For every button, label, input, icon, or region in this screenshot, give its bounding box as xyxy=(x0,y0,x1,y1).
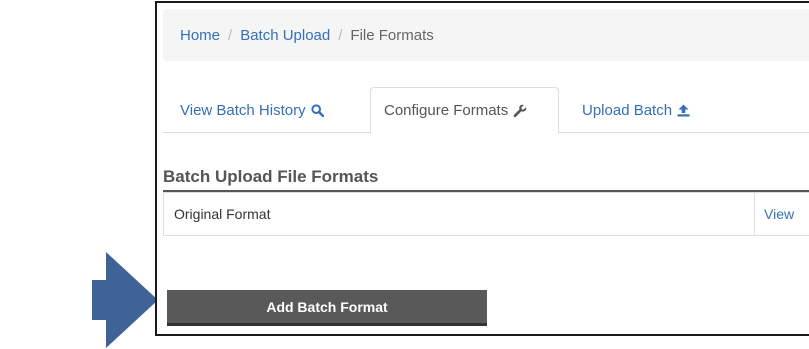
breadcrumb-batch-upload[interactable]: Batch Upload xyxy=(240,27,330,44)
tab-upload-batch[interactable]: Upload Batch xyxy=(582,87,690,133)
tab-label: View Batch History xyxy=(180,101,306,119)
add-batch-format-button[interactable]: Add Batch Format xyxy=(167,290,487,326)
breadcrumb: Home / Batch Upload / File Formats xyxy=(163,9,809,61)
breadcrumb-file-formats: File Formats xyxy=(350,26,434,44)
search-icon xyxy=(311,103,324,117)
format-name: Original Format xyxy=(174,206,271,222)
tab-label: Configure Formats xyxy=(384,102,509,119)
wrench-icon xyxy=(513,104,527,118)
format-table: Original Format View xyxy=(163,192,809,236)
tab-label: Upload Batch xyxy=(582,101,673,119)
tab-configure-formats[interactable]: Configure Formats xyxy=(370,87,559,134)
section-title: Batch Upload File Formats xyxy=(163,167,809,192)
breadcrumb-separator: / xyxy=(338,26,343,44)
tab-view-batch-history[interactable]: View Batch History xyxy=(180,87,324,133)
breadcrumb-home[interactable]: Home xyxy=(180,27,220,44)
pointer-arrow-icon xyxy=(92,252,158,348)
screenshot-stage: Home / Batch Upload / File Formats View … xyxy=(0,0,809,349)
app-frame: Home / Batch Upload / File Formats View … xyxy=(155,1,809,336)
upload-icon xyxy=(677,104,690,117)
view-format-link[interactable]: View xyxy=(754,193,809,235)
breadcrumb-separator: / xyxy=(228,26,233,44)
tab-bar: View Batch History Configure Formats Upl… xyxy=(163,87,809,134)
